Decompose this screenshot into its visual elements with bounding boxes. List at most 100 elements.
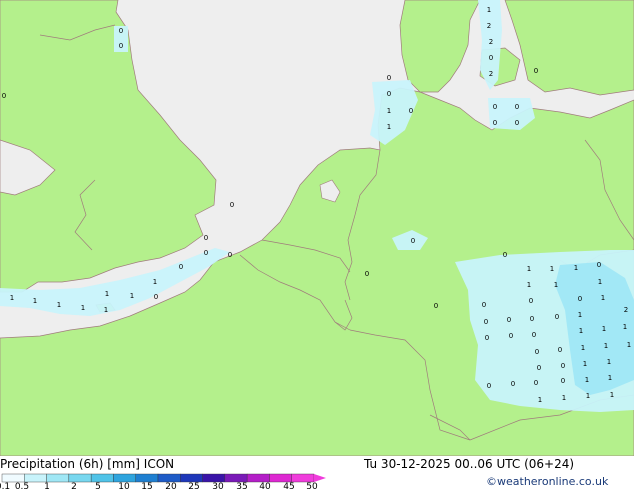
precipitation-legend: 0.10.5125101520253035404550 [0,473,326,490]
precip-value-label: 1 [104,306,108,314]
precip-value-label: 1 [554,281,558,289]
precip-value-label: 1 [527,265,531,273]
precip-value-label: 1 [562,394,566,402]
precip-value-label: 0 [387,90,391,98]
legend-arrow [314,474,326,482]
precip-value-label: 1 [153,278,157,286]
precip-value-label: 0 [228,251,232,259]
legend-tick-label: 2 [71,482,77,490]
legend-swatch [1,473,25,483]
precip-value-label: 0 [578,295,582,303]
legend-swatch [246,473,270,483]
legend-tick-label: 0.5 [15,482,29,490]
precip-value-label: 1 [81,304,85,312]
precip-value-label: 1 [10,294,14,302]
precip-value-label: 0 [493,103,497,111]
map-footer: Precipitation (6h) [mm] ICON Tu 30-12-20… [0,456,634,490]
precip-value-label: 1 [527,281,531,289]
credit-link[interactable]: ©weatheronline.co.uk [486,475,608,488]
precip-value-label: 0 [515,119,519,127]
legend-tick-label: 20 [165,482,177,490]
legend-tick-label: 0.1 [0,482,10,490]
precip-value-label: 0 [387,74,391,82]
precip-value-label: 1 [387,107,391,115]
legend-tick-label: 30 [212,482,224,490]
precip-value-label: 1 [579,327,583,335]
precip-value-label: 0 [179,263,183,271]
precip-value-label: 0 [535,348,539,356]
precip-value-label: 0 [434,302,438,310]
precip-value-label: 0 [119,42,123,50]
precip-value-label: 1 [33,297,37,305]
precip-value-label: 0 [204,249,208,257]
precip-value-label: 0 [534,67,538,75]
precip-value-label: 0 [561,377,565,385]
precip-value-label: 0 [2,92,6,100]
precip-value-label: 1 [602,325,606,333]
precip-value-label: 0 [230,201,234,209]
precip-value-label: 0 [515,103,519,111]
legend-swatch [180,473,203,483]
precip-value-label: 0 [555,313,559,321]
legend-swatch [135,473,159,483]
precip-value-label: 1 [607,358,611,366]
legend-swatch [113,473,136,483]
precip-value-label: 0 [482,301,486,309]
precip-value-label: 0 [558,346,562,354]
precip-value-label: 1 [604,342,608,350]
precip-value-label: 0 [503,251,507,259]
precip-value-label: 0 [597,261,601,269]
legend-swatch [90,473,114,483]
precip-value-label: 1 [130,292,134,300]
legend-tick-label: 25 [188,482,199,490]
precip-value-label: 1 [585,376,589,384]
precip-value-label: 0 [530,315,534,323]
legend-tick-label: 15 [141,482,152,490]
valid-time: Tu 30-12-2025 00..06 UTC (06+24) [364,457,575,471]
precip-value-label: 0 [537,364,541,372]
precip-value-label: 2 [487,22,491,30]
precip-value-label: 0 [509,332,513,340]
precip-value-label: 0 [484,318,488,326]
precip-value-label: 0 [485,334,489,342]
legend-swatch [68,473,92,483]
legend-tick-label: 50 [306,482,318,490]
precip-value-label: 0 [204,234,208,242]
precip-value-label: 1 [627,341,631,349]
legend-swatch [224,473,248,483]
precip-value-label: 2 [624,306,628,314]
precip-value-label: 0 [489,54,493,62]
precip-value-label: 1 [387,123,391,131]
precip-value-label: 0 [119,27,123,35]
legend-swatch [157,473,181,483]
precip-value-label: 1 [586,392,590,400]
legend-tick-label: 35 [236,482,247,490]
precip-value-label: 1 [57,301,61,309]
legend-tick-label: 45 [283,482,294,490]
legend-swatch [24,473,47,483]
precip-value-label: 0 [532,331,536,339]
product-label: Precipitation (6h) [mm] ICON [0,457,175,471]
precip-value-label: 0 [507,316,511,324]
precip-value-label: 0 [487,382,491,390]
legend-tick-label: 10 [118,482,130,490]
precip-value-label: 1 [608,374,612,382]
precip-value-label: 1 [623,323,627,331]
precip-value-label: 1 [581,344,585,352]
precip-value-label: 2 [489,38,493,46]
legend-tick-label: 5 [95,482,101,490]
precip-value-label: 0 [561,362,565,370]
precip-value-label: 1 [601,294,605,302]
precip-value-label: 0 [511,380,515,388]
precip-value-label: 1 [538,396,542,404]
precip-value-label: 0 [409,107,413,115]
precipitation-map: 1 2 2 0 2 0 0 0 0 0 0 0 1 1 0 0 0 0 0 0 0 0 0 0 0 0 1 1 1 1 1 1 1 0 1 0 1 1 1 0… [0,0,634,456]
legend-swatch [291,473,315,483]
precip-value-label: 1 [487,6,491,14]
precip-value-label: 0 [365,270,369,278]
precip-value-label: 1 [550,265,554,273]
precip-value-label: 1 [583,360,587,368]
precip-value-label: 2 [489,70,493,78]
precip-value-label: 1 [574,264,578,272]
precip-value-label: 0 [529,297,533,305]
